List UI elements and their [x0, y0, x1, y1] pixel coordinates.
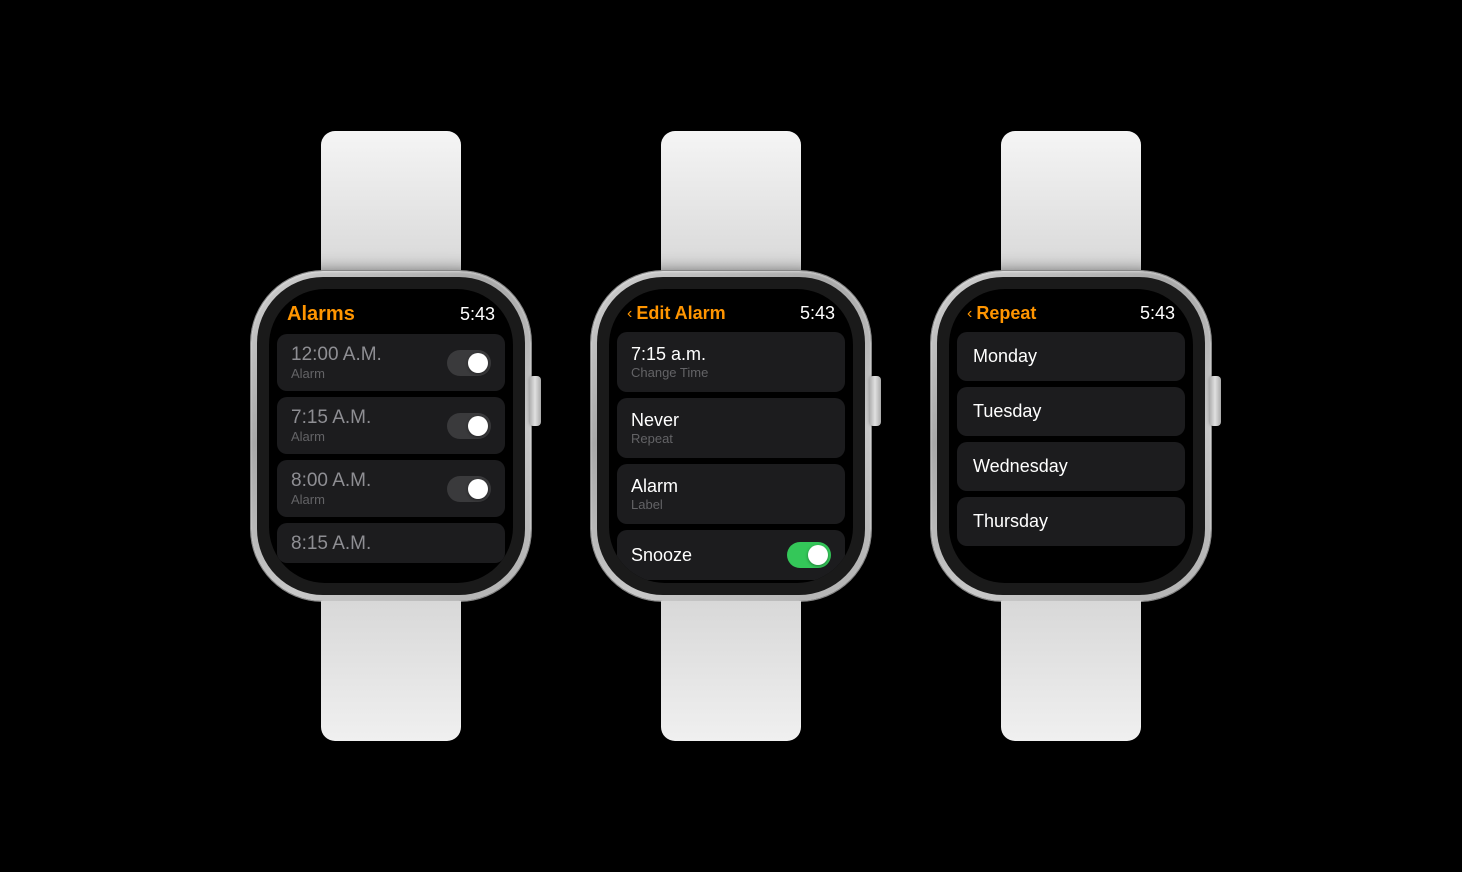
- edit-item-repeat[interactable]: Never Repeat: [617, 398, 845, 458]
- watch-crown-3[interactable]: [1209, 376, 1221, 426]
- repeat-item-wednesday[interactable]: Wednesday: [957, 442, 1185, 491]
- watch-inner-1: Alarms 5:43 12:00 A.M. Alarm: [257, 277, 525, 595]
- watch-2: ‹ Edit Alarm 5:43 7:15 a.m. Change Time: [591, 131, 871, 741]
- watch-band-top-3: [1001, 131, 1141, 271]
- alarm-item-1[interactable]: 12:00 A.M. Alarm: [277, 334, 505, 391]
- watch-case-2: ‹ Edit Alarm 5:43 7:15 a.m. Change Time: [591, 271, 871, 601]
- alarm-time-3: 8:00 A.M.: [291, 470, 371, 492]
- edit-sub-time: Change Time: [631, 365, 708, 380]
- watch-case-3: ‹ Repeat 5:43 Monday Tuesday Wed: [931, 271, 1211, 601]
- watch-case-1: Alarms 5:43 12:00 A.M. Alarm: [251, 271, 531, 601]
- repeat-label-wednesday: Wednesday: [973, 456, 1068, 476]
- screen-header-1: Alarms 5:43: [269, 289, 513, 334]
- alarm-time-1: 12:00 A.M.: [291, 344, 382, 366]
- edit-main-snooze: Snooze: [631, 545, 692, 566]
- edit-sub-label: Label: [631, 497, 678, 512]
- screen-title-2: Edit Alarm: [636, 303, 725, 324]
- edit-main-time: 7:15 a.m.: [631, 344, 708, 365]
- screen-title-3: Repeat: [976, 303, 1036, 324]
- alarm-label-1: Alarm: [291, 366, 382, 381]
- alarm-item-2[interactable]: 7:15 A.M. Alarm: [277, 397, 505, 454]
- title-with-back-2: ‹ Edit Alarm: [627, 303, 726, 324]
- repeat-item-tuesday[interactable]: Tuesday: [957, 387, 1185, 436]
- screen-title-1: Alarms: [287, 303, 355, 326]
- watch-body-3: ‹ Repeat 5:43 Monday Tuesday Wed: [931, 271, 1211, 601]
- screen-time-1: 5:43: [460, 304, 495, 325]
- alarm-time-2: 7:15 A.M.: [291, 407, 371, 429]
- watch-band-top-1: [321, 131, 461, 271]
- edit-item-snooze[interactable]: Snooze: [617, 530, 845, 580]
- watch-crown-1[interactable]: [529, 376, 541, 426]
- alarm-label-2: Alarm: [291, 429, 371, 444]
- watch-body-1: Alarms 5:43 12:00 A.M. Alarm: [251, 271, 531, 601]
- screen-time-3: 5:43: [1140, 303, 1175, 324]
- edit-sub-repeat: Repeat: [631, 431, 679, 446]
- watch-3: ‹ Repeat 5:43 Monday Tuesday Wed: [931, 131, 1211, 741]
- screen-header-2: ‹ Edit Alarm 5:43: [609, 289, 853, 332]
- watch-1: Alarms 5:43 12:00 A.M. Alarm: [251, 131, 531, 741]
- alarm-toggle-1[interactable]: [447, 350, 491, 376]
- watch-band-top-2: [661, 131, 801, 271]
- repeat-label-monday: Monday: [973, 346, 1037, 366]
- alarm-item-4-partial: 8:15 A.M.: [277, 523, 505, 563]
- alarm-toggle-3[interactable]: [447, 476, 491, 502]
- watch-body-2: ‹ Edit Alarm 5:43 7:15 a.m. Change Time: [591, 271, 871, 601]
- alarm-item-3[interactable]: 8:00 A.M. Alarm: [277, 460, 505, 517]
- back-arrow-3[interactable]: ‹: [967, 305, 972, 323]
- screen-content-3: Monday Tuesday Wednesday Thursday: [949, 332, 1193, 583]
- alarm-time-4: 8:15 A.M.: [291, 533, 371, 554]
- repeat-item-monday[interactable]: Monday: [957, 332, 1185, 381]
- alarm-label-3: Alarm: [291, 492, 371, 507]
- watch-screen-3: ‹ Repeat 5:43 Monday Tuesday Wed: [949, 289, 1193, 583]
- screen-header-3: ‹ Repeat 5:43: [949, 289, 1193, 332]
- screen-time-2: 5:43: [800, 303, 835, 324]
- edit-main-label: Alarm: [631, 476, 678, 497]
- edit-main-repeat: Never: [631, 410, 679, 431]
- watch-screen-2: ‹ Edit Alarm 5:43 7:15 a.m. Change Time: [609, 289, 853, 583]
- alarm-toggle-2[interactable]: [447, 413, 491, 439]
- watch-band-bottom-2: [661, 601, 801, 741]
- title-with-back-3: ‹ Repeat: [967, 303, 1036, 324]
- edit-item-time[interactable]: 7:15 a.m. Change Time: [617, 332, 845, 392]
- snooze-toggle[interactable]: [787, 542, 831, 568]
- screen-content-2: 7:15 a.m. Change Time Never Repeat: [609, 332, 853, 583]
- repeat-label-tuesday: Tuesday: [973, 401, 1041, 421]
- screen-content-1: 12:00 A.M. Alarm 7:15 A.M. Alarm: [269, 334, 513, 583]
- repeat-item-thursday[interactable]: Thursday: [957, 497, 1185, 546]
- repeat-label-thursday: Thursday: [973, 511, 1048, 531]
- watch-band-bottom-3: [1001, 601, 1141, 741]
- watch-crown-2[interactable]: [869, 376, 881, 426]
- watch-inner-2: ‹ Edit Alarm 5:43 7:15 a.m. Change Time: [597, 277, 865, 595]
- watch-band-bottom-1: [321, 601, 461, 741]
- edit-item-label[interactable]: Alarm Label: [617, 464, 845, 524]
- back-arrow-2[interactable]: ‹: [627, 305, 632, 323]
- watch-screen-1: Alarms 5:43 12:00 A.M. Alarm: [269, 289, 513, 583]
- watch-inner-3: ‹ Repeat 5:43 Monday Tuesday Wed: [937, 277, 1205, 595]
